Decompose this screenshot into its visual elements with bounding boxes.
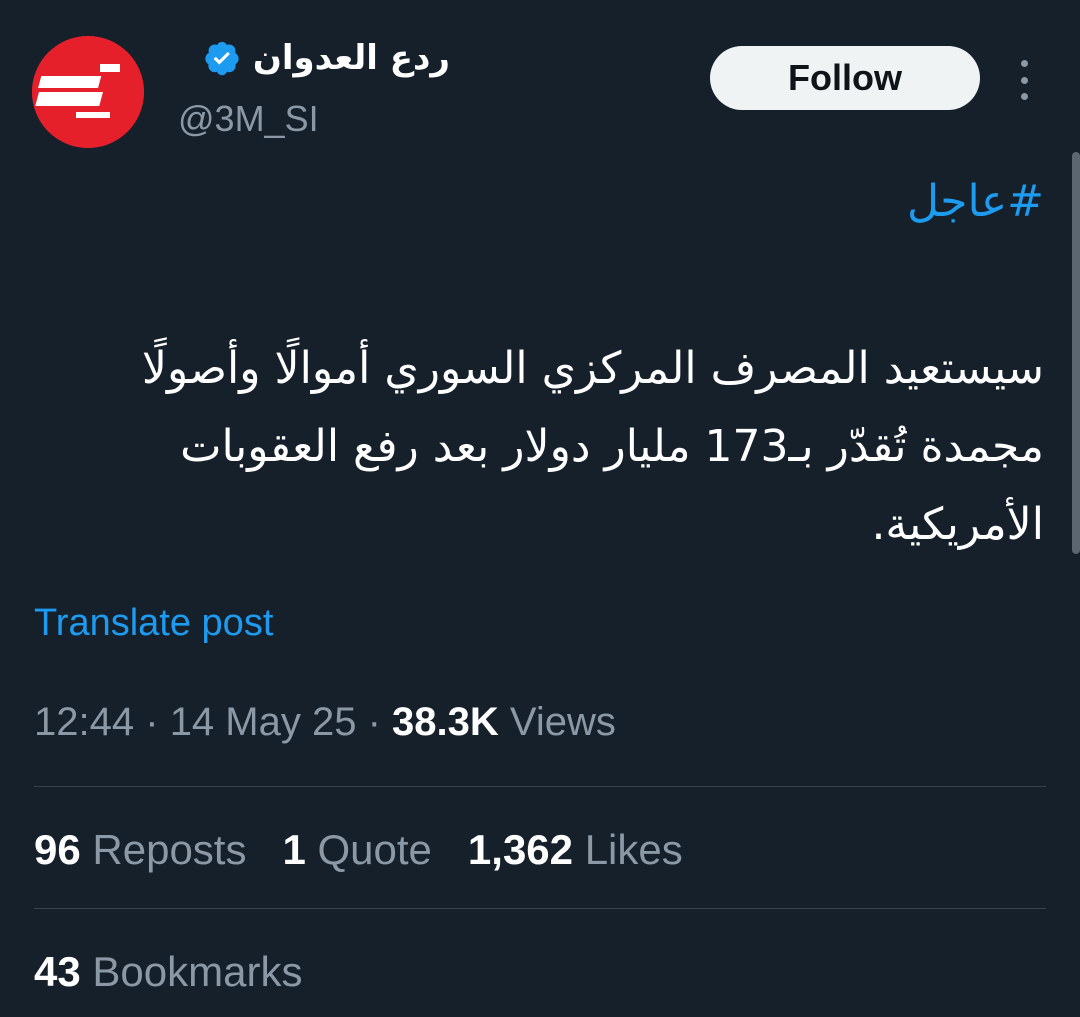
- author-display-name[interactable]: ردع العدوان: [253, 38, 450, 78]
- verified-badge-icon: [205, 41, 239, 76]
- hashtag-link[interactable]: #عاجل: [907, 176, 1044, 227]
- reposts-stat[interactable]: 96 Reposts: [34, 826, 246, 874]
- likes-stat[interactable]: 1,362 Likes: [468, 826, 683, 874]
- post-time[interactable]: 12:44: [34, 700, 134, 744]
- views-label: Views: [509, 700, 616, 744]
- post-text: سيستعيد المصرف المركزي السوري أموالًا وأ…: [141, 343, 1044, 550]
- author-handle[interactable]: @3M_SI: [178, 98, 319, 140]
- reposts-label: Reposts: [92, 826, 247, 873]
- quotes-label: Quote: [317, 826, 432, 873]
- reposts-count: 96: [34, 826, 81, 873]
- translate-post-link[interactable]: Translate post: [34, 602, 273, 645]
- meta-separator: ·: [145, 700, 159, 744]
- likes-label: Likes: [584, 826, 683, 873]
- meta-separator: ·: [367, 700, 381, 744]
- quotes-count: 1: [282, 826, 306, 873]
- brand-logo: [32, 36, 144, 148]
- avatar[interactable]: [32, 36, 144, 148]
- more-vertical-icon[interactable]: [1012, 60, 1036, 100]
- divider: [34, 786, 1046, 787]
- likes-count: 1,362: [467, 826, 574, 873]
- quotes-stat[interactable]: 1 Quote: [282, 826, 431, 874]
- views-count: 38.3K: [392, 700, 499, 744]
- bookmarks-label: Bookmarks: [92, 948, 303, 995]
- divider: [34, 908, 1046, 909]
- follow-button[interactable]: Follow: [710, 46, 980, 110]
- engagement-stats: 96 Reposts 1 Quote 1,362 Likes: [34, 826, 683, 874]
- post-date[interactable]: 14 May 25: [170, 700, 357, 744]
- bookmarks-stat[interactable]: 43 Bookmarks: [34, 948, 302, 996]
- post-meta: 12:44 · 14 May 25 · 38.3K Views: [34, 700, 616, 745]
- bookmarks-count: 43: [34, 948, 81, 995]
- author-name-row[interactable]: ردع العدوان: [180, 38, 450, 78]
- scrollbar[interactable]: [1072, 152, 1080, 554]
